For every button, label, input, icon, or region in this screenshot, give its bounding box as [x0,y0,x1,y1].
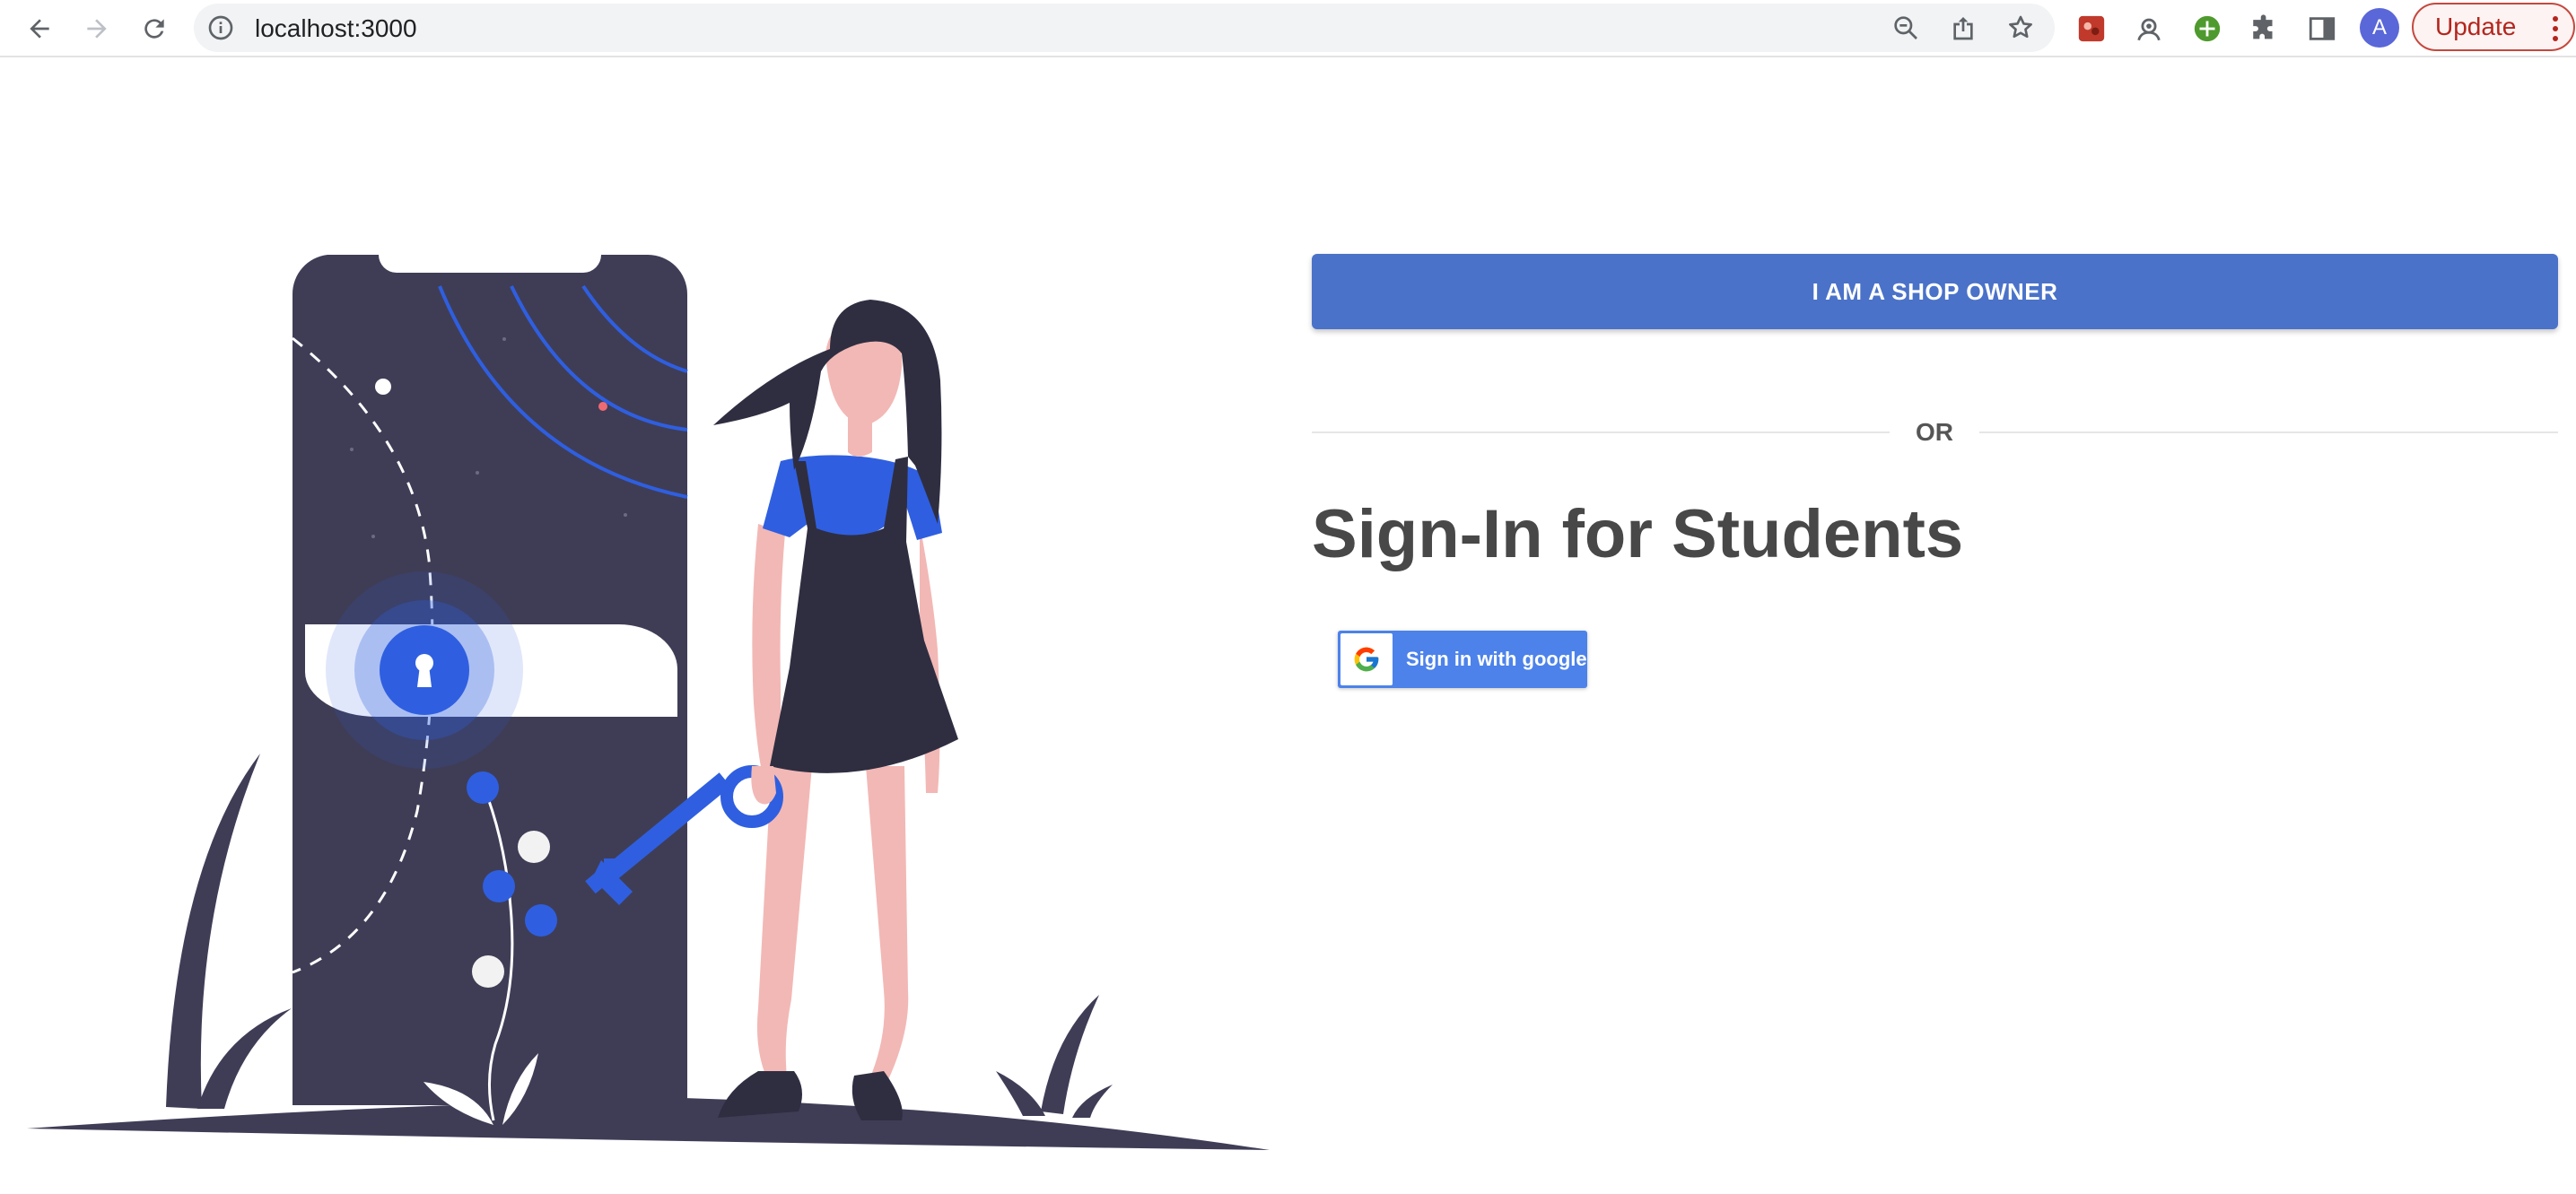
extension-spy-icon[interactable] [2131,11,2167,47]
url-text[interactable]: localhost:3000 [255,14,417,43]
divider-left [1312,431,1890,433]
divider-or: OR [1916,418,1953,446]
bookmark-star-icon[interactable] [2006,13,2035,42]
google-g-icon [1354,647,1379,672]
zoom-out-icon[interactable] [1891,13,1920,42]
forward-arrow-icon [87,19,107,39]
extension-plus-icon[interactable] [2189,11,2225,47]
leaf-left-small [197,1008,292,1109]
divider-right [1979,431,2558,433]
google-signin-label: Sign in with google [1406,648,1587,670]
page-title: Sign-In for Students [1312,496,1964,572]
login-illustration [27,255,1270,1150]
forward-button[interactable] [75,7,118,50]
side-panel-icon[interactable] [2304,11,2340,47]
shop-owner-button[interactable]: I AM A SHOP OWNER [1312,254,2558,329]
extensions-puzzle-icon[interactable] [2247,11,2283,47]
share-icon[interactable] [1949,13,1978,42]
reload-button[interactable] [133,7,176,50]
extension-red-icon[interactable] [2074,11,2109,47]
browser-toolbar: localhost:3000 A Update [0,0,2576,57]
back-button[interactable] [18,7,61,50]
more-menu-icon[interactable] [2552,15,2559,42]
google-signin-button[interactable]: Sign in with google [1338,631,1587,688]
google-logo-box [1340,633,1393,685]
update-label: Update [2435,13,2517,40]
profile-avatar[interactable]: A [2360,8,2399,48]
site-info-icon[interactable] [206,13,235,42]
update-button[interactable]: Update [2412,3,2575,51]
reload-icon [144,19,164,39]
address-bar[interactable]: localhost:3000 [194,4,2055,52]
back-arrow-icon [30,19,49,39]
